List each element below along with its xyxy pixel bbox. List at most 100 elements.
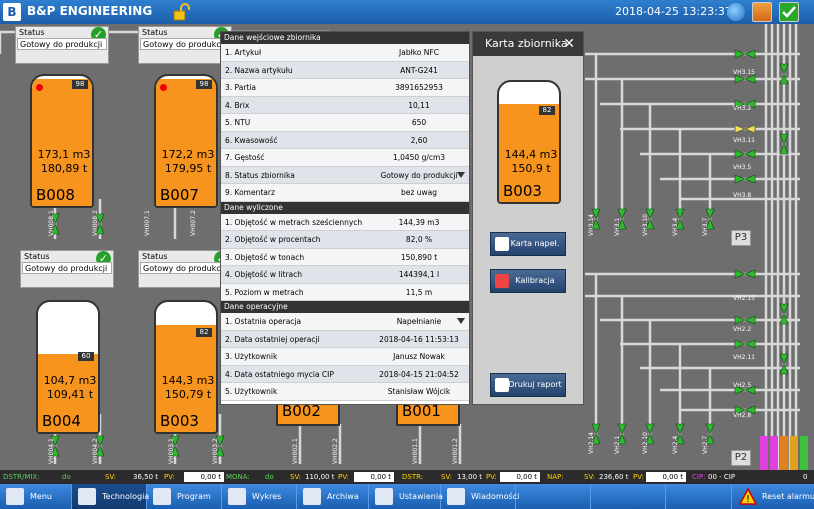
pv-label: PV: [338,473,349,481]
table-row[interactable]: 3. Użytkownik Janusz Nowak [221,348,469,366]
tank-b003[interactable]: 82 144,3 m3 150,79 t B003 [154,294,218,434]
row-label: 2. Nazwa artykułu [225,65,293,75]
tank-mass: 150,9 t [511,162,551,175]
table-row[interactable]: 3. Partia 3891652953 [221,79,469,97]
sv-value: 110,00 t [305,473,335,481]
table-row[interactable]: 4. Brix 10,11 [221,96,469,114]
table-row[interactable]: 7. Gęstość 1,0450 g/cm3 [221,149,469,167]
table-row[interactable]: 6. Kwasowość 2,60 [221,131,469,149]
calculator-icon[interactable] [752,2,772,22]
button-label: Kalibracja [515,276,555,285]
checkmark-icon[interactable] [779,2,799,22]
warning-icon: ! [739,488,757,505]
close-icon[interactable]: ✕ [563,32,575,56]
last-operation-select[interactable]: Napełnianie [369,313,469,330]
section-calculated-title: Dane wyliczone [221,201,469,214]
table-row[interactable]: 2. Data ostatniej operacji 2018-04-16 11:… [221,330,469,348]
panel-p2[interactable]: P2 [731,450,751,466]
panel-p3[interactable]: P3 [731,230,751,246]
fill-card-button[interactable]: Karta napeł. [490,232,566,256]
table-row[interactable]: 4. Objętość w litrach 144394,1 l [221,266,469,284]
nav-menu[interactable]: Menu [0,484,72,509]
table-row[interactable]: 8. Status zbiornika Gotowy do produkcji [221,166,469,184]
tank-card-dialog: Karta zbiornika ✕ 82 144,4 m3 150,9 t B0… [472,31,584,405]
section-operational-title: Dane operacyjne [221,301,469,313]
dropdown-arrow-icon[interactable] [457,171,465,178]
nav-empty-3 [666,484,732,509]
dstr-mix-label: DSTR/MIX: [3,473,40,481]
home-icon [6,488,24,505]
tank-percent: 60 [78,352,94,361]
valve-label: VH003.2 [212,438,219,464]
tank-b007[interactable]: 98 172,2 m3 179,95 t B007 [154,68,218,208]
pv-value: 0,00 t [500,472,540,482]
nav-label: Program [177,492,211,501]
valve-label: VH007.2 [190,210,197,236]
tank-percent: 82 [196,328,212,337]
nav-wykres[interactable]: Wykres [222,484,297,509]
tank-status-select[interactable]: Gotowy do produkcji [369,167,469,184]
valve-label: VH007.1 [144,210,151,236]
valve-label: VH003.1 [168,438,175,464]
nav-ustawienia[interactable]: Ustawienia [369,484,443,509]
valve-label: VH2.2 [733,326,752,333]
tank-b008[interactable]: 98 173,1 m3 180,89 t B008 [30,68,94,208]
row-label: 8. Status zbiornika [225,170,295,180]
status-card-b004[interactable]: Status ✓ Gotowy do produkcji [20,250,114,288]
cip-label: CIP: [692,473,706,481]
reset-alarm-button[interactable]: ! Reset alarmu [732,484,814,509]
section-calculated: 1. Objętość w metrach sześciennych 144,39… [221,213,469,301]
status-value: Gotowy do produkcji [140,38,230,50]
globe-icon[interactable] [727,3,745,21]
row-label: 5. NTU [225,118,251,127]
print-report-button[interactable]: Drukuj raport [490,373,566,397]
table-row[interactable]: 1. Artykuł Jabłko NFC [221,44,469,62]
table-row[interactable]: 1. Objętość w metrach sześciennych 144,39… [221,213,469,231]
tank-name: B007 [160,186,199,204]
table-row[interactable]: 5. Poziom w metrach 11,5 m [221,283,469,301]
row-value: 1,0450 g/cm3 [392,153,446,162]
tank-data-panel: Dane wejściowe zbiornika 1. Artykuł Jabłk… [220,31,470,405]
status-value: Gotowy do produkcji [140,262,230,274]
row-value: 144394,1 l [398,270,440,279]
nav-label: Technologia [102,492,150,501]
table-row[interactable]: 4. Data ostatniego mycia CIP 2018-04-15 2… [221,365,469,383]
table-row[interactable]: 2. Nazwa artykułu ANT-G241 [221,61,469,79]
status-card-b007[interactable]: Status ✓ Gotowy do produkcji [138,26,232,64]
nav-archiwa[interactable]: Archiwa [297,484,369,509]
sv-label: SV: [290,473,302,481]
row-value: Gotowy do produkcji [380,170,458,180]
row-value: 10,11 [408,100,430,110]
nav-label: Wiadomości [471,492,520,501]
table-row[interactable]: 9. Komentarz bez uwag [221,184,469,202]
valve-label: VH2.11 [733,354,755,361]
valve-label: VH2.7 [702,435,709,454]
technology-icon [78,488,96,505]
status-card-b003[interactable]: Status ✓ Gotowy do produkcji [138,250,232,288]
valve-label: VH3.14 [588,214,595,236]
pv-label: PV: [486,473,497,481]
calibration-icon [495,274,509,288]
table-row[interactable]: 1. Ostatnia operacja Napełnianie [221,313,469,331]
table-row[interactable]: 5. Użytkownik Stanisław Wójcik [221,383,469,401]
nav-program[interactable]: Program [147,484,222,509]
row-label: 3. Użytkownik [225,352,278,361]
calibration-button[interactable]: Kalibracja [490,269,566,293]
table-row[interactable]: 5. NTU 650 [221,114,469,132]
cip-value: 00 - CIP [708,473,736,481]
button-label: Drukuj raport [508,380,562,389]
nav-wiadomosci[interactable]: Wiadomości [441,484,520,509]
row-value: Jabłko NFC [399,48,439,57]
nav-technologia[interactable]: Technologia [72,484,150,509]
tank-b004[interactable]: 60 104,7 m3 109,41 t B004 [36,294,100,434]
table-row[interactable]: 2. Objętość w procentach 82,0 % [221,231,469,249]
valve-label: VH3.2 [733,105,752,112]
dropdown-arrow-icon[interactable] [457,318,465,324]
dialog-title: Karta zbiornika [485,37,568,50]
status-card-b008[interactable]: Status ✓ Gotowy do produkcji [15,26,109,64]
row-label: 5. Poziom w metrach [225,287,304,297]
unlock-icon[interactable] [172,3,190,21]
tank-name: B003 [160,412,199,430]
process-status-bar: DSTR/MIX: do SV: 36,50 t PV: 0,00 t MONA… [0,470,814,484]
table-row[interactable]: 3. Objętość w tonach 150,890 t [221,248,469,266]
